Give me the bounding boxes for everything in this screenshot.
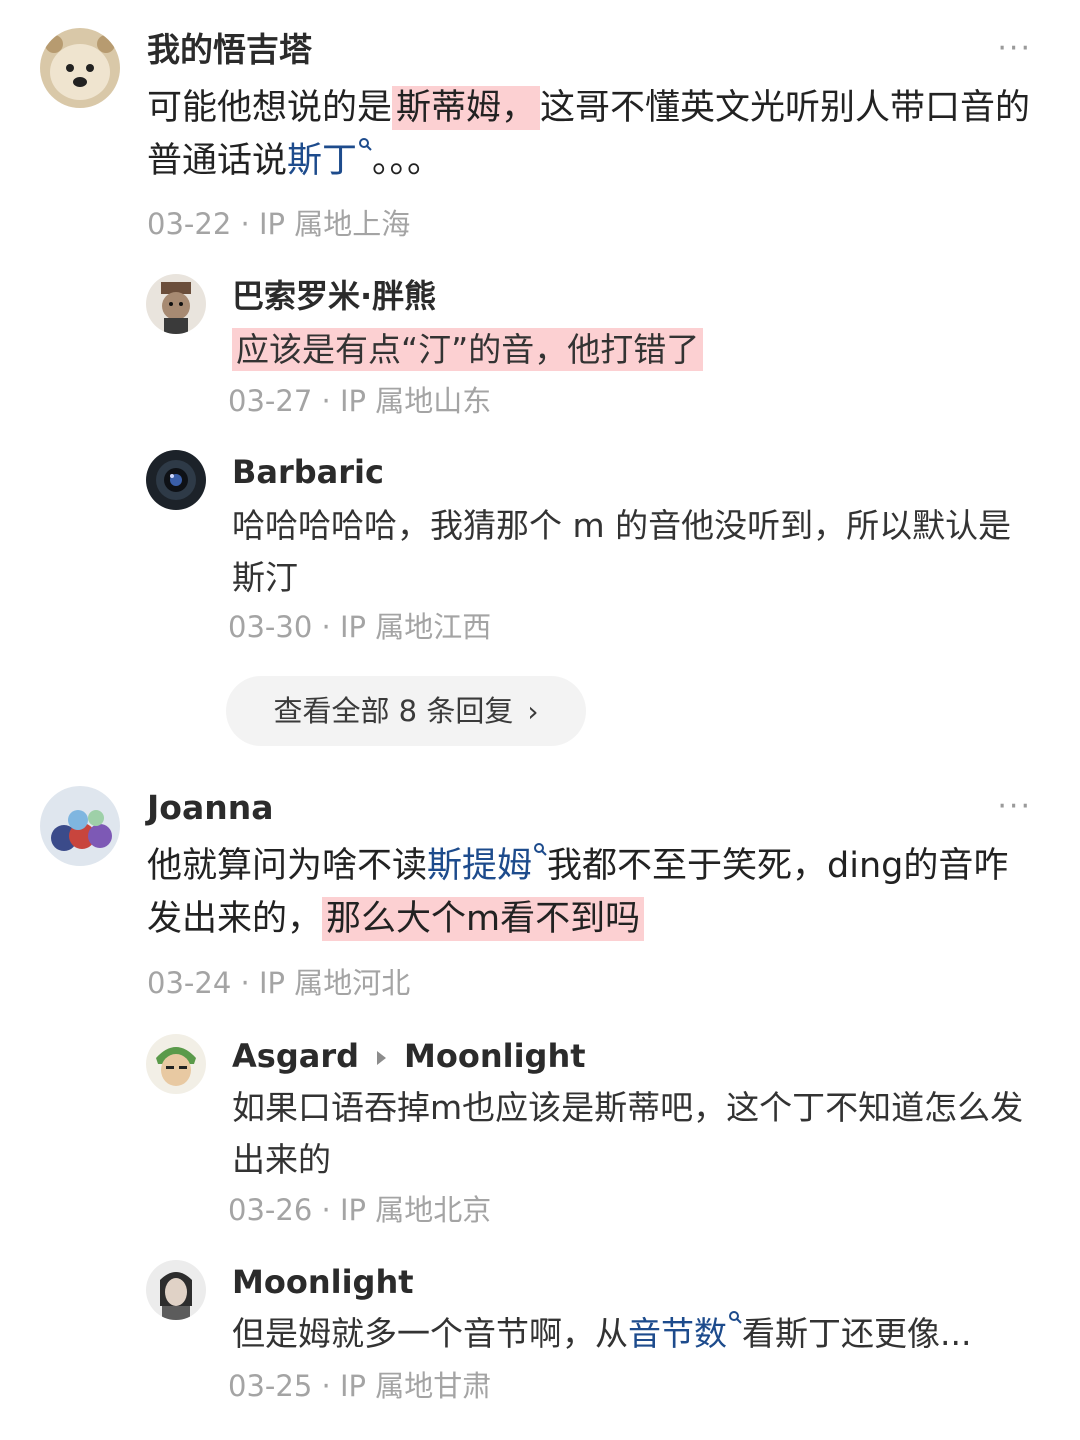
- avatar[interactable]: [40, 28, 120, 108]
- date: 03-24: [147, 966, 232, 1000]
- comment-meta: 03-24 · IP 属地河北: [147, 965, 410, 1001]
- comment-meta: 03-25 · IP 属地甘肃: [228, 1368, 491, 1404]
- view-all-label: 查看全部 8 条回复: [273, 694, 514, 728]
- comment-text: 可能他想说的是 斯蒂姆， 这哥不懂英文光听别人带口音的普通话说斯丁。。。: [147, 82, 1037, 188]
- username[interactable]: 巴索罗米·胖熊: [232, 274, 436, 318]
- avatar[interactable]: [146, 1260, 206, 1320]
- ip-location: IP 属地江西: [339, 610, 492, 644]
- highlight: 斯蒂姆，: [392, 86, 541, 130]
- search-icon: [729, 1311, 742, 1324]
- separator: ·: [312, 1369, 340, 1403]
- username[interactable]: Joanna: [147, 786, 273, 830]
- search-icon: [359, 138, 372, 151]
- date: 03-22: [147, 207, 232, 241]
- more-icon[interactable]: ···: [997, 792, 1032, 822]
- separator: ·: [231, 207, 259, 241]
- text-segment: 可能他想说的是: [147, 88, 393, 128]
- comment-meta: 03-22 · IP 属地上海: [147, 206, 410, 242]
- avatar[interactable]: [146, 450, 206, 510]
- text-segment: 。。。: [372, 141, 443, 181]
- text-segment: 但是姆就多一个音节啊，从: [232, 1314, 628, 1353]
- reply-username[interactable]: Asgard: [232, 1037, 359, 1075]
- avatar[interactable]: [146, 274, 206, 334]
- separator: ·: [312, 610, 340, 644]
- username[interactable]: 我的悟吉塔: [147, 28, 312, 72]
- text-segment: 看斯丁还更像...: [742, 1314, 972, 1353]
- reply-to-username[interactable]: Moonlight: [404, 1037, 586, 1075]
- date: 03-30: [228, 610, 313, 644]
- reply-text: 如果口语吞掉m也应该是斯蒂吧，这个丁不知道怎么发出来的: [232, 1088, 1024, 1179]
- comment-meta: 03-26 · IP 属地北京: [228, 1192, 491, 1228]
- ip-location: IP 属地甘肃: [339, 1369, 492, 1403]
- separator: ·: [312, 384, 340, 418]
- ip-location: IP 属地北京: [339, 1193, 492, 1227]
- reply-arrow-icon: [377, 1051, 386, 1065]
- ip-location: IP 属地河北: [258, 966, 411, 1000]
- avatar[interactable]: [146, 1034, 206, 1094]
- separator: ·: [231, 966, 259, 1000]
- comment-meta: 03-27 · IP 属地山东: [228, 383, 491, 419]
- ip-location: IP 属地山东: [339, 384, 492, 418]
- comment-text: 他就算问为啥不读斯提姆 我都不至于笑死，ding的音咋发出来的， 那么大个m看不到吗: [147, 840, 1037, 946]
- reply-text: 哈哈哈哈哈，我猜那个 m 的音他没听到，所以默认是 斯汀: [232, 506, 1012, 597]
- search-icon: [534, 843, 547, 856]
- view-all-replies-button[interactable]: 查看全部 8 条回复 ›: [226, 676, 586, 746]
- date: 03-25: [228, 1369, 313, 1403]
- username: Asgard Moonlight: [232, 1034, 586, 1078]
- username[interactable]: Barbaric: [232, 450, 384, 494]
- search-link[interactable]: 斯丁: [287, 141, 357, 181]
- chevron-right-icon: ›: [527, 695, 539, 728]
- reply-text: 但是姆就多一个音节啊，从音节数 看斯丁还更像...: [232, 1308, 1042, 1360]
- text-segment: 他就算问为啥不读: [147, 846, 428, 886]
- reply-text: 应该是有点“汀”的音，他打错了: [232, 324, 1042, 376]
- separator: ·: [312, 1193, 340, 1227]
- highlight: 那么大个m看不到吗: [322, 897, 645, 941]
- date: 03-27: [228, 384, 313, 418]
- username[interactable]: Moonlight: [232, 1260, 414, 1304]
- highlight: 应该是有点“汀”的音，他打错了: [232, 328, 704, 371]
- date: 03-26: [228, 1193, 313, 1227]
- search-link[interactable]: 斯提姆: [427, 846, 532, 886]
- avatar[interactable]: [40, 786, 120, 866]
- comment-meta: 03-30 · IP 属地江西: [228, 609, 491, 645]
- ip-location: IP 属地上海: [258, 207, 411, 241]
- search-link[interactable]: 音节数: [628, 1314, 727, 1353]
- more-icon[interactable]: ···: [997, 34, 1032, 64]
